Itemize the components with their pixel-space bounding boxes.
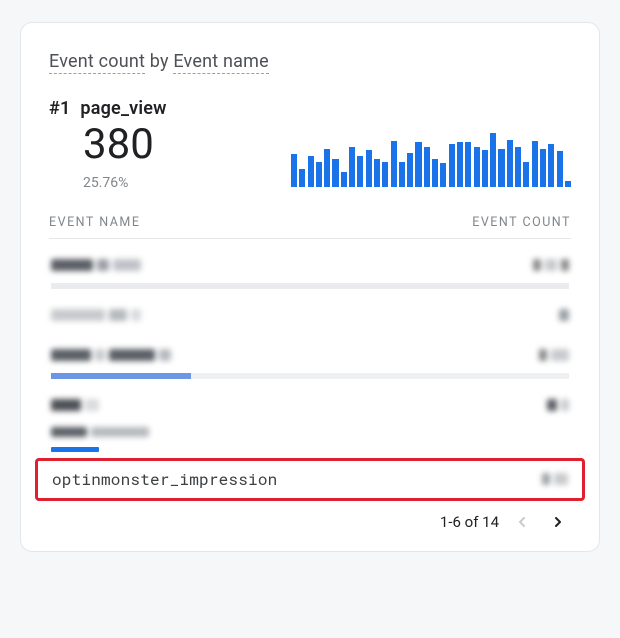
- partial-row: [51, 427, 149, 437]
- event-count-cell: [547, 397, 569, 415]
- metric-label[interactable]: Event count: [49, 51, 145, 74]
- table-row[interactable]: [49, 251, 571, 279]
- col-event-count: EVENT COUNT: [472, 215, 571, 230]
- col-event-name: EVENT NAME: [49, 215, 140, 230]
- row-bar: [51, 447, 99, 452]
- event-count-cell: [539, 347, 569, 365]
- chevron-left-icon: [514, 514, 530, 530]
- top-event-pct: 25.76%: [83, 175, 167, 191]
- card-title: Event count by Event name: [49, 51, 571, 74]
- sparkline-chart: [291, 123, 571, 187]
- row-bar: [51, 373, 569, 379]
- pager-label: 1-6 of 14: [440, 513, 499, 531]
- event-count-card: Event count by Event name #1 page_view 3…: [20, 22, 600, 552]
- table-row[interactable]: [49, 391, 571, 419]
- event-count-cell: [559, 307, 569, 325]
- dimension-label[interactable]: Event name: [173, 51, 269, 74]
- event-name-cell: [51, 347, 171, 365]
- chevron-right-icon: [550, 514, 566, 530]
- event-count-cell: [542, 471, 568, 489]
- event-name-cell: [51, 307, 141, 325]
- highlighted-event-row[interactable]: optinmonster_impression: [35, 458, 585, 501]
- divider: [49, 238, 571, 239]
- event-name-cell: [51, 397, 99, 415]
- top-event-count: 380: [83, 123, 167, 167]
- table-header: EVENT NAME EVENT COUNT: [49, 215, 571, 238]
- event-count-cell: [533, 257, 569, 275]
- row-bar: [51, 283, 569, 289]
- event-name-cell: optinmonster_impression: [52, 469, 277, 490]
- pager-prev-button[interactable]: [509, 509, 535, 535]
- pager: 1-6 of 14: [49, 509, 571, 535]
- top-event-rank: #1: [49, 98, 70, 119]
- pager-next-button[interactable]: [545, 509, 571, 535]
- top-event-block: #1 page_view 380 25.76%: [49, 98, 571, 191]
- table-row[interactable]: [49, 341, 571, 369]
- event-name-cell: [51, 257, 141, 275]
- top-event-text: #1 page_view 380 25.76%: [49, 98, 167, 191]
- table-row[interactable]: [49, 301, 571, 329]
- top-event-name: page_view: [80, 98, 166, 119]
